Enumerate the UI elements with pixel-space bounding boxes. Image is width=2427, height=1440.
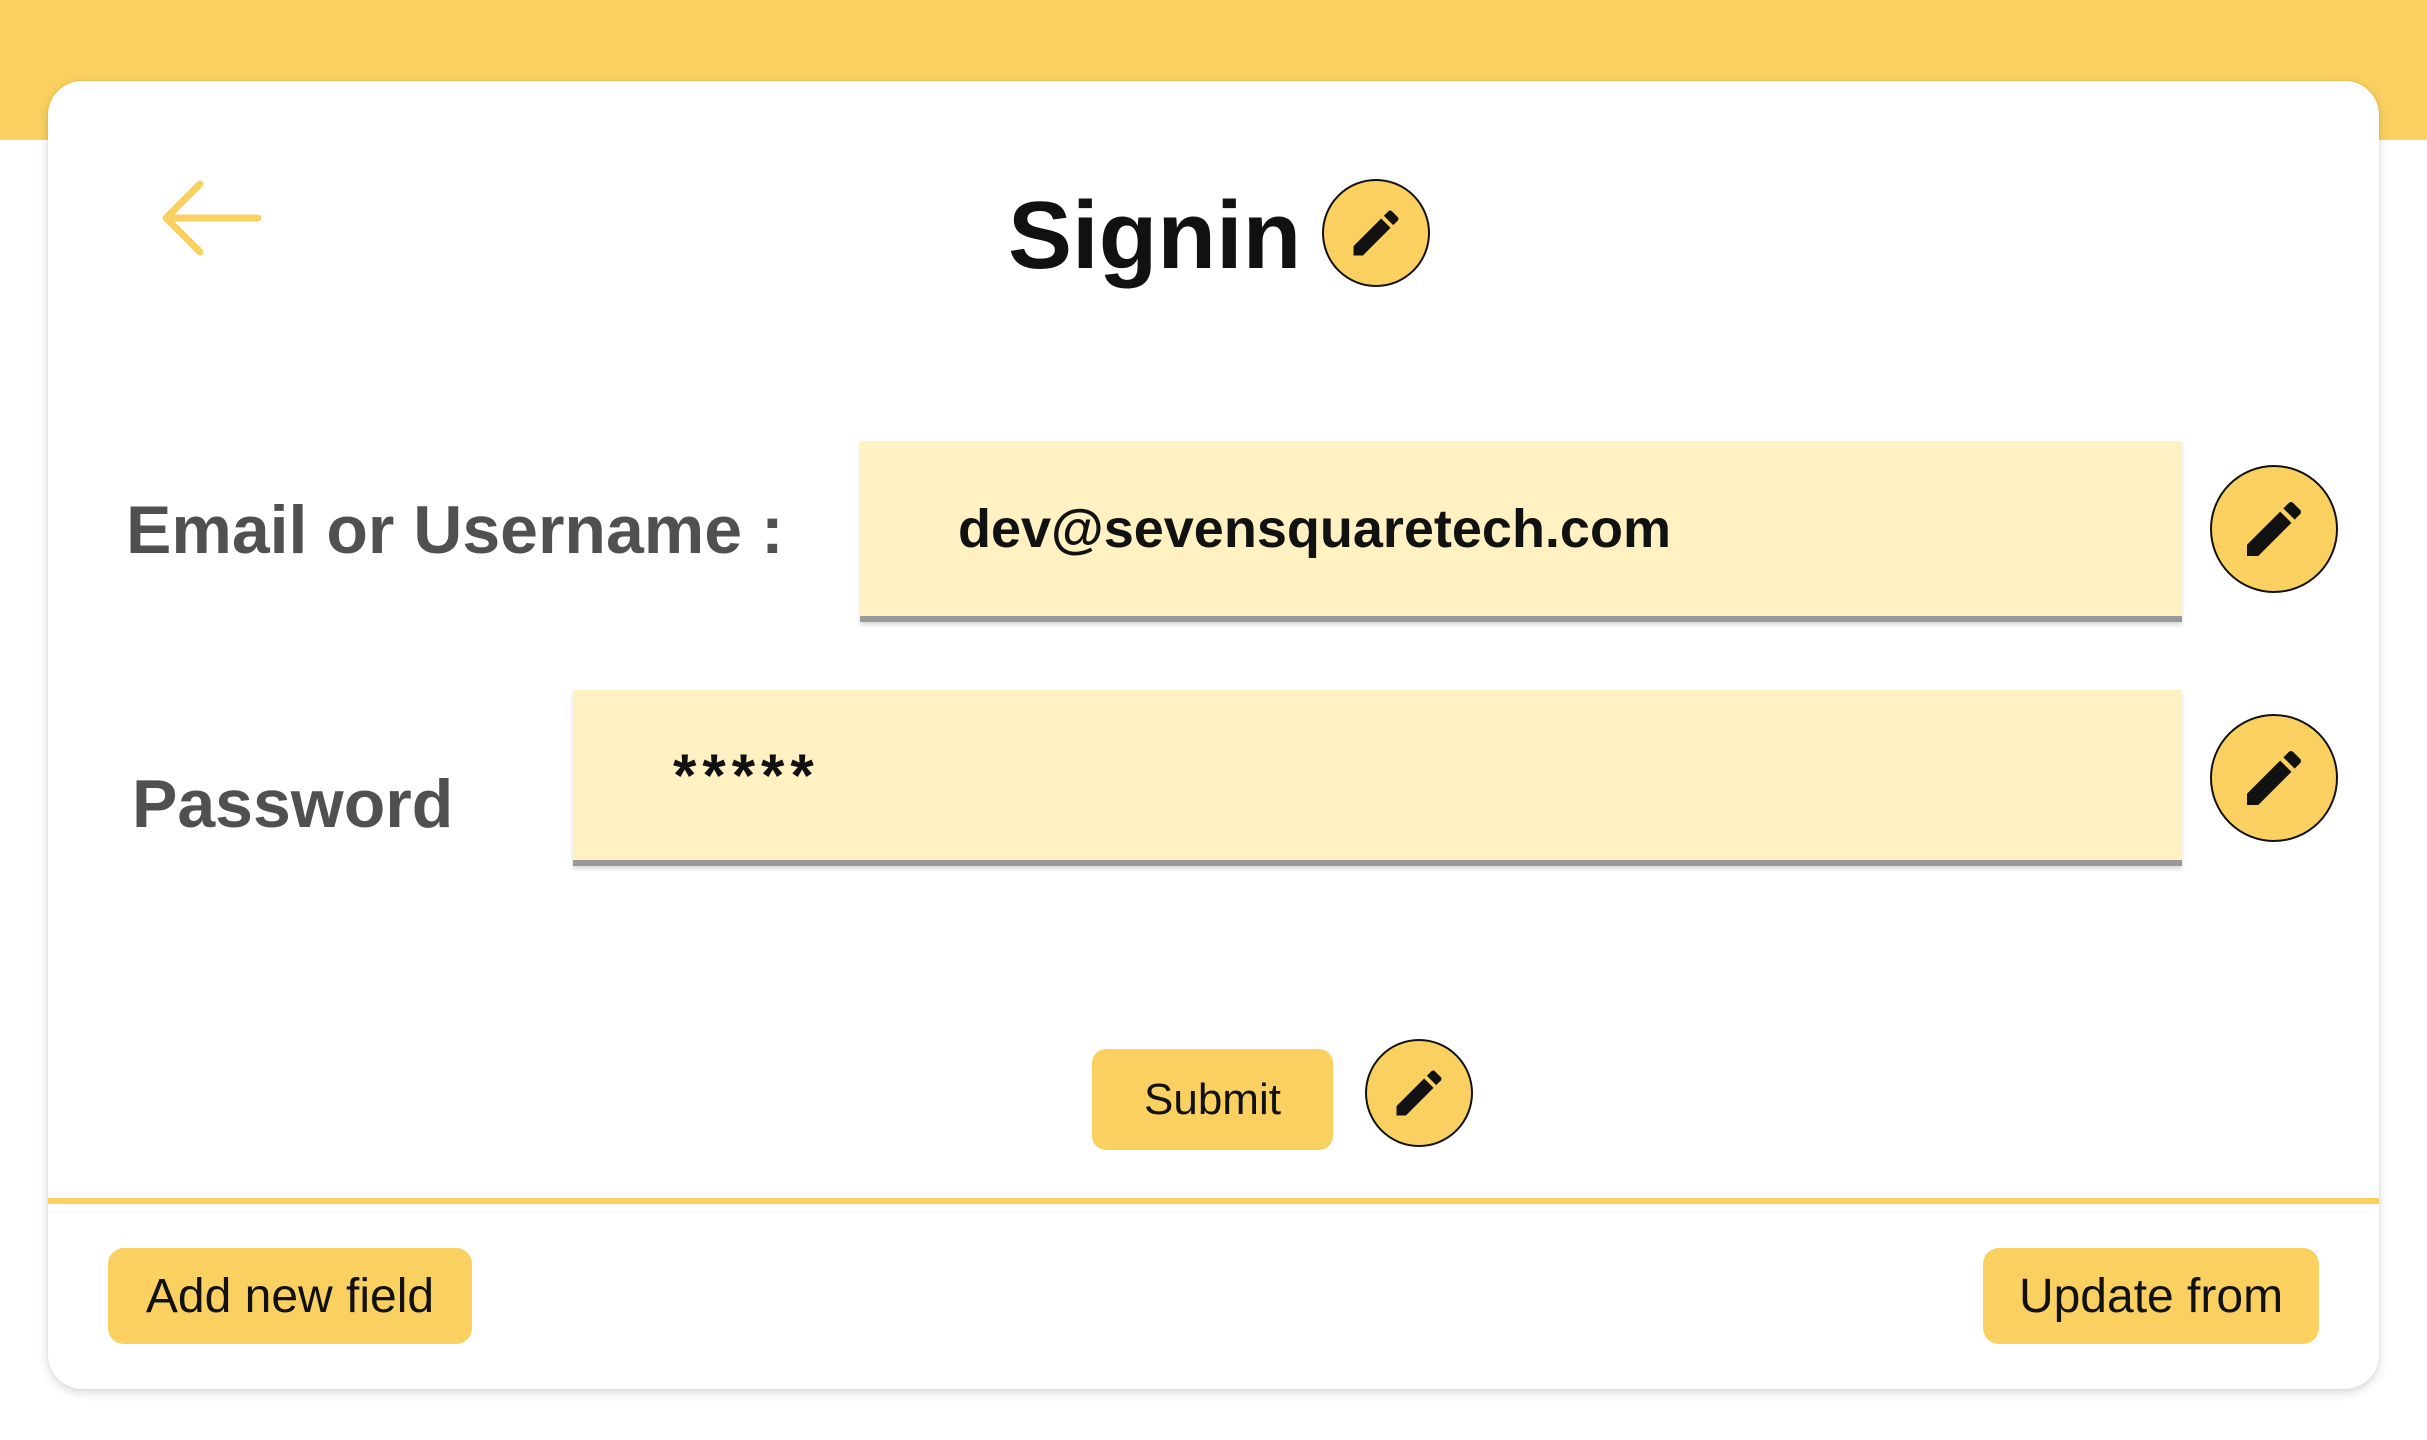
update-form-button[interactable]: Update from (1983, 1248, 2319, 1344)
email-field[interactable] (860, 441, 2182, 622)
pencil-icon (1353, 210, 1399, 256)
edit-email-field-button[interactable] (2210, 465, 2338, 593)
submit-button[interactable]: Submit (1092, 1049, 1333, 1150)
add-new-field-button[interactable]: Add new field (108, 1248, 472, 1344)
page-title: Signin (1008, 182, 1302, 289)
edit-submit-button[interactable] (1365, 1039, 1473, 1147)
password-field[interactable] (573, 690, 2182, 866)
pencil-icon (1396, 1070, 1442, 1116)
pencil-icon (2247, 750, 2302, 805)
email-label: Email or Username : (126, 492, 784, 568)
signin-card: Signin Email or Username : Password Subm… (48, 81, 2379, 1389)
password-label: Password (132, 766, 454, 842)
back-button[interactable] (158, 176, 262, 260)
arrow-left-icon (162, 180, 262, 256)
edit-password-field-button[interactable] (2210, 714, 2338, 842)
footer-divider (48, 1198, 2379, 1204)
edit-title-button[interactable] (1322, 179, 1430, 287)
pencil-icon (2247, 501, 2302, 556)
